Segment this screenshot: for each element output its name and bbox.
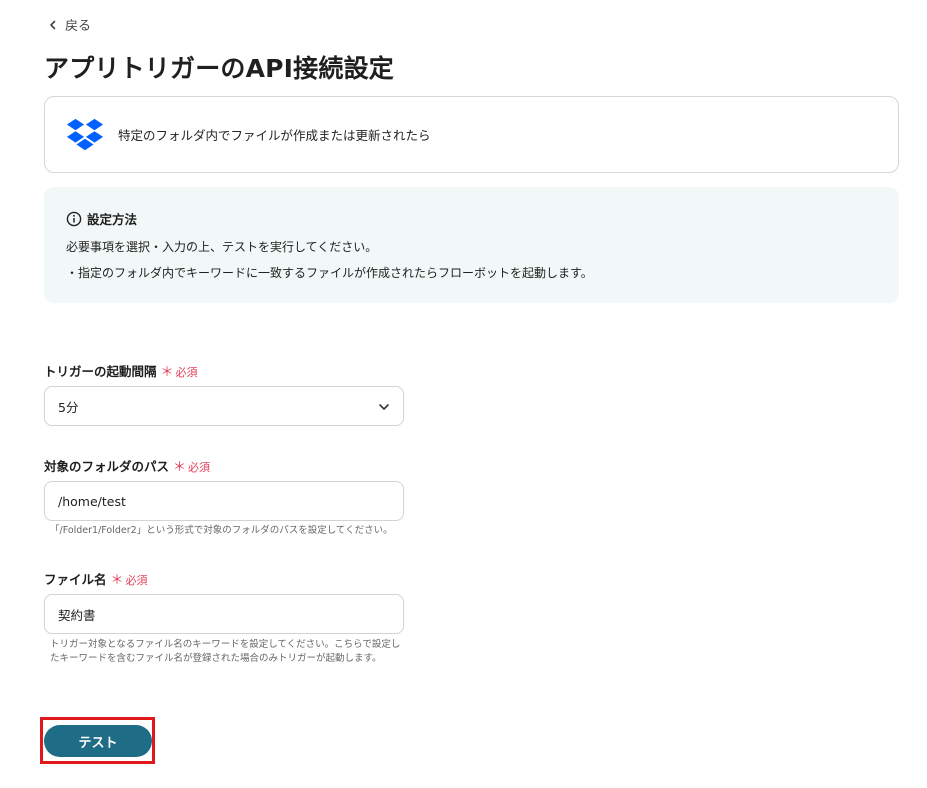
file-name-hint-line: たキーワードを含むファイル名が登録された場合のみトリガーが起動します。: [50, 653, 382, 664]
file-name-hint: トリガー対象となるファイル名のキーワードを設定してください。こちらで設定し たキ…: [50, 638, 402, 666]
required-text: 必須: [175, 366, 198, 379]
trigger-card: 特定のフォルダ内でファイルが作成または更新されたら: [44, 96, 899, 173]
required-badge: ＊必須: [161, 361, 198, 380]
required-badge: ＊必須: [173, 456, 210, 475]
back-link[interactable]: 戻る: [48, 15, 91, 34]
interval-label: トリガーの起動間隔 ＊必須: [44, 361, 198, 380]
file-name-input[interactable]: 契約書: [44, 594, 404, 634]
interval-select[interactable]: 5分: [44, 386, 404, 426]
info-line: ・指定のフォルダ内でキーワードに一致するファイルが作成されたらフローボットを起動…: [66, 266, 593, 280]
required-mark: ＊: [160, 365, 174, 380]
info-heading: 設定方法: [66, 209, 899, 228]
file-name-label: ファイル名 ＊必須: [44, 569, 148, 588]
required-text: 必須: [125, 574, 148, 587]
required-badge: ＊必須: [111, 569, 148, 588]
required-mark: ＊: [110, 573, 124, 588]
interval-label-text: トリガーの起動間隔: [44, 364, 157, 379]
test-button[interactable]: テスト: [44, 725, 152, 757]
folder-path-hint: 「/Folder1/Folder2」という形式で対象のフォルダのパスを設定してく…: [50, 525, 393, 536]
chevron-down-icon: [379, 404, 389, 410]
folder-path-value: /home/test: [58, 493, 126, 509]
file-name-label-text: ファイル名: [44, 572, 107, 587]
page-title: アプリトリガーのAPI接続設定: [44, 54, 394, 83]
folder-path-label-text: 対象のフォルダのパス: [44, 459, 170, 474]
folder-path-input[interactable]: /home/test: [44, 481, 404, 521]
setup-instructions: 設定方法 必要事項を選択・入力の上、テストを実行してください。 ・指定のフォルダ…: [44, 187, 899, 303]
back-label: 戻る: [65, 19, 92, 34]
info-line: 必要事項を選択・入力の上、テストを実行してください。: [66, 240, 378, 254]
chevron-left-icon: [50, 20, 56, 29]
file-name-value: 契約書: [58, 607, 96, 623]
required-mark: ＊: [173, 460, 187, 475]
trigger-description: 特定のフォルダ内でファイルが作成または更新されたら: [118, 128, 431, 143]
file-name-hint-line: トリガー対象となるファイル名のキーワードを設定してください。こちらで設定し: [50, 639, 401, 650]
info-icon: [66, 211, 82, 226]
interval-value: 5分: [58, 399, 79, 415]
required-text: 必須: [188, 461, 211, 474]
dropbox-logo-icon: [66, 118, 104, 150]
folder-path-label: 対象のフォルダのパス ＊必須: [44, 456, 210, 475]
info-title: 設定方法: [87, 212, 138, 227]
